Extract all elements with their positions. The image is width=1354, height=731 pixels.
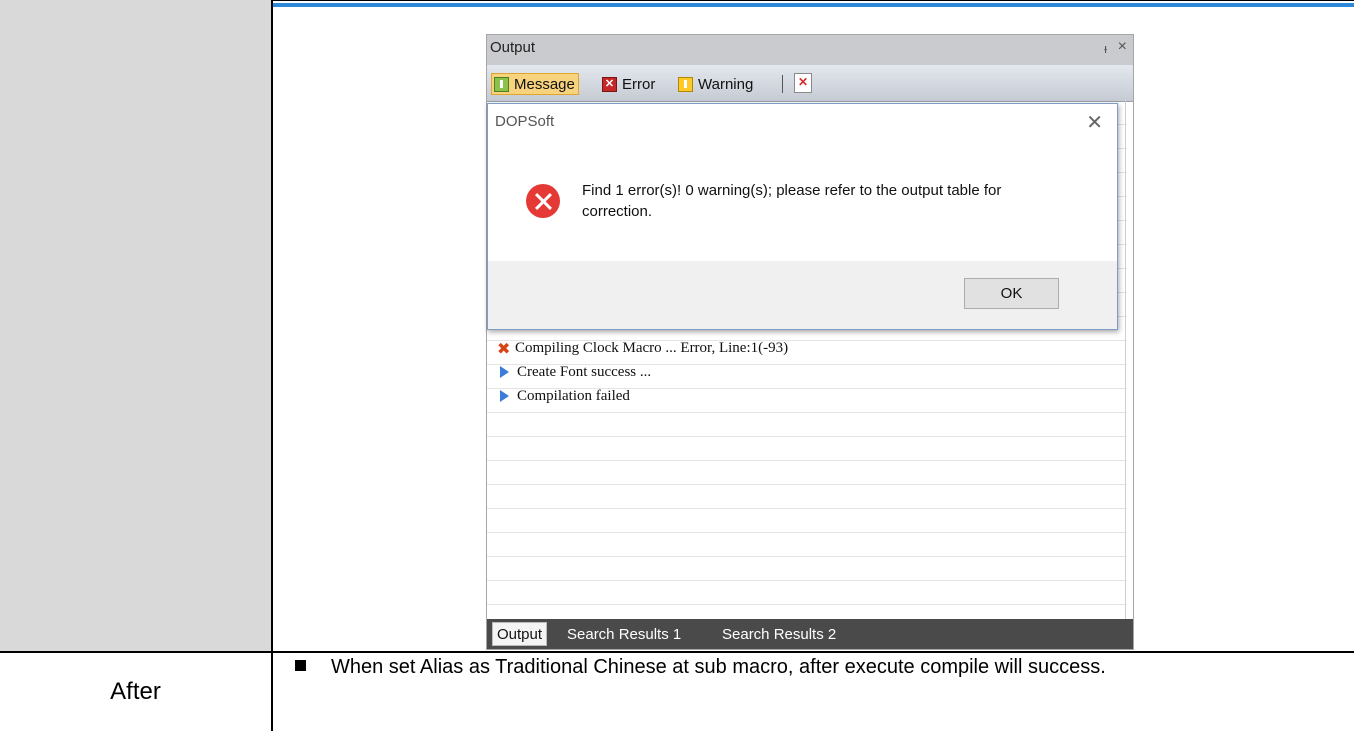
info-arrow-icon <box>500 366 509 378</box>
dialog-footer: OK <box>488 261 1117 329</box>
bullet-text: When set Alias as Traditional Chinese at… <box>331 656 1106 678</box>
log-text: Compiling Clock Macro ... Error, Line:1(… <box>515 339 789 356</box>
bullet-icon <box>295 660 306 671</box>
list-item: ✖ Compiling Clock Macro ... Error, Line:… <box>497 337 788 359</box>
log-text: Create Font success ... <box>517 363 652 380</box>
table-label-cell <box>0 0 271 651</box>
close-icon[interactable]: × <box>1118 38 1127 56</box>
message-filter-button[interactable]: Message <box>491 73 579 95</box>
output-tabbar: Output Search Results 1 Search Results 2 <box>487 619 1133 649</box>
output-toolbar: Message ✕ Error Warning ✕ <box>487 65 1133 102</box>
list-item: Create Font success ... <box>497 361 651 383</box>
error-filter-label: Error <box>622 75 656 93</box>
pin-icon[interactable]: ᵻ <box>1104 41 1107 56</box>
error-x-icon: ✖ <box>497 338 511 358</box>
dialog-close-icon[interactable]: ✕ <box>1086 110 1103 134</box>
toolbar-separator <box>782 75 783 93</box>
clear-output-icon[interactable]: ✕ <box>794 73 812 93</box>
ok-button[interactable]: OK <box>964 278 1059 309</box>
tab-output[interactable]: Output <box>492 622 548 646</box>
warning-filter-button[interactable]: Warning <box>678 73 753 95</box>
warning-filter-label: Warning <box>698 75 754 93</box>
message-filter-label: Message <box>514 75 575 93</box>
table-column-divider <box>271 0 273 731</box>
accent-line <box>273 3 1354 7</box>
warning-icon <box>678 76 693 92</box>
error-filter-button[interactable]: ✕ Error <box>602 73 655 95</box>
dialog-message: Find 1 error(s)! 0 warning(s); please re… <box>582 182 1002 220</box>
message-icon <box>494 76 509 92</box>
dialog-title: DOPSoft <box>495 113 555 130</box>
list-item: Compilation failed <box>497 385 630 407</box>
error-circle-icon <box>526 184 560 218</box>
error-dialog: DOPSoft ✕ Find 1 error(s)! 0 warning(s);… <box>487 103 1118 330</box>
output-panel-title: Output <box>490 39 536 56</box>
row-label: After <box>110 678 161 705</box>
output-list-scroll-edge <box>1125 101 1126 619</box>
tab-search-results-1[interactable]: Search Results 1 <box>563 622 685 646</box>
info-arrow-icon <box>500 390 509 402</box>
tab-search-results-2[interactable]: Search Results 2 <box>718 622 840 646</box>
log-text: Compilation failed <box>517 387 630 404</box>
output-panel-titlebar: Output ᵻ × <box>487 35 1133 65</box>
error-icon: ✕ <box>602 76 617 92</box>
